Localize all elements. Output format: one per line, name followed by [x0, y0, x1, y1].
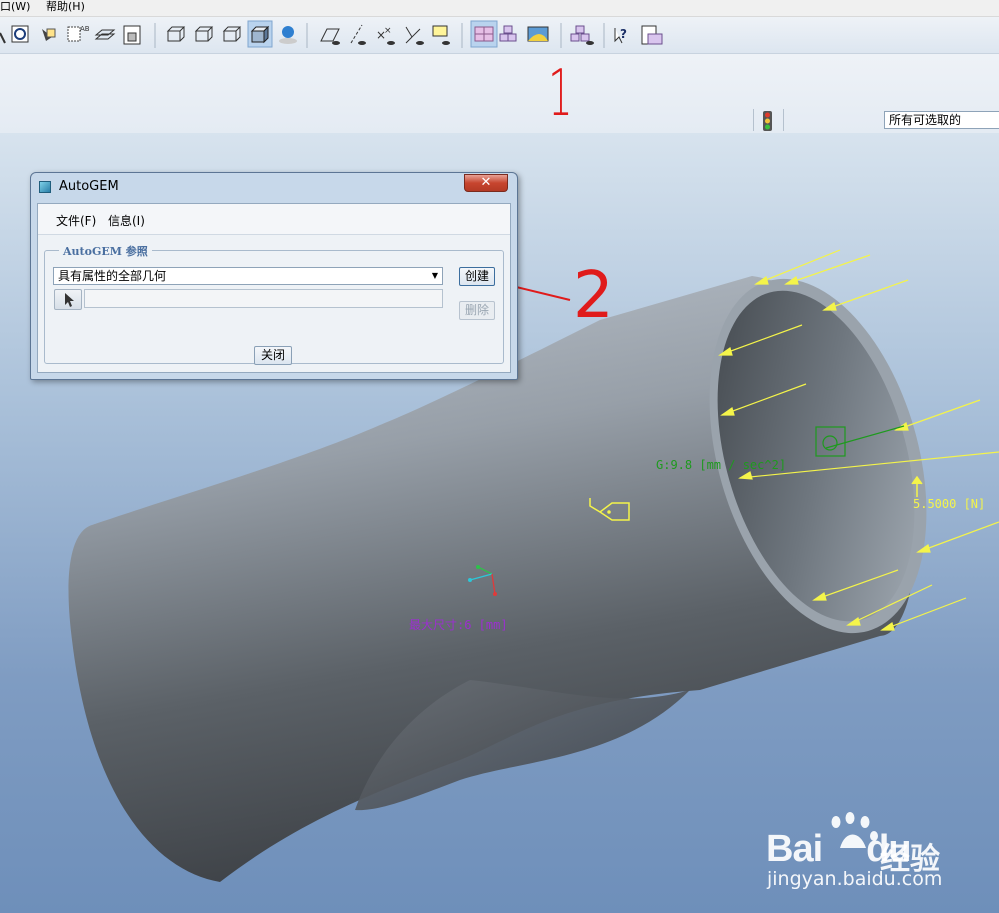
group-title: AutoGEM 参照: [59, 243, 152, 259]
no-hidden-icon[interactable]: [222, 26, 242, 42]
menu-bar: 口(W) 帮助(H): [0, 0, 999, 17]
svg-text:AB: AB: [80, 25, 90, 33]
datum-plane-display-icon[interactable]: [320, 28, 340, 45]
dialog-menu-bar: 文件(F) 信息(I): [38, 204, 510, 235]
hidden-line-icon[interactable]: [194, 26, 214, 42]
datum-axis-display-icon[interactable]: [350, 24, 366, 45]
model-tree-display-icon[interactable]: [570, 25, 594, 45]
select-arrow-icon: [65, 293, 74, 307]
dialog-menu-file[interactable]: 文件(F): [56, 212, 96, 229]
menu-window[interactable]: 口(W): [0, 0, 30, 14]
mesh-control-label: 最大尺寸:6 [mm]: [409, 618, 508, 632]
dialog-titlebar[interactable]: AutoGEM ✕: [31, 173, 517, 201]
geometry-select[interactable]: 具有属性的全部几何 ▼: [53, 267, 443, 285]
saved-views-icon[interactable]: [123, 25, 141, 45]
annotation-display-icon[interactable]: [432, 25, 450, 45]
csys-display-icon[interactable]: [405, 26, 424, 45]
dropdown-arrow-icon: ▼: [431, 271, 438, 280]
secondary-toolbar: [0, 54, 999, 134]
reference-field[interactable]: [84, 289, 443, 308]
autogem-mesh-icon[interactable]: [474, 26, 494, 42]
select-reference-button[interactable]: [54, 289, 82, 310]
enhanced-realism-icon[interactable]: [279, 26, 297, 44]
toolbar-separator: [753, 109, 754, 131]
autogem-app-icon: [39, 181, 51, 193]
selection-filter-select[interactable]: 所有可选取的: [884, 111, 999, 129]
wireframe-icon[interactable]: [166, 26, 186, 42]
info-browser-icon[interactable]: [641, 25, 663, 45]
toolbar-separator: [783, 109, 784, 131]
force-load-label: 5.5000 [N]: [913, 497, 986, 511]
element-types-icon[interactable]: [499, 25, 517, 42]
datum-point-display-icon[interactable]: ××: [376, 26, 395, 45]
svg-text:×: ×: [384, 26, 392, 36]
dialog-menu-info[interactable]: 信息(I): [108, 212, 145, 229]
delete-button[interactable]: 删除: [459, 301, 495, 320]
svg-text:?: ?: [620, 27, 627, 41]
context-help-icon[interactable]: ?: [614, 27, 627, 44]
traffic-light-icon[interactable]: [763, 111, 772, 131]
shading-icon[interactable]: [250, 25, 270, 44]
close-button[interactable]: 关闭: [254, 346, 292, 365]
menu-help[interactable]: 帮助(H): [46, 0, 85, 14]
partial-icon[interactable]: [0, 32, 6, 44]
step-annotation-2: 2: [573, 259, 614, 333]
view-manager-icon[interactable]: AB: [67, 25, 90, 42]
zoom-window-icon[interactable]: [11, 25, 29, 43]
autogem-dialog: AutoGEM ✕ 文件(F) 信息(I) AutoGEM 参照 具有属性的全部…: [30, 172, 518, 380]
reorient-icon[interactable]: [42, 28, 56, 41]
dialog-close-button[interactable]: ✕: [464, 174, 508, 192]
layers-icon[interactable]: [94, 29, 116, 40]
fringe-display-icon[interactable]: [527, 26, 549, 42]
step-annotation-1: 1: [548, 57, 573, 131]
create-button[interactable]: 创建: [459, 267, 495, 286]
dialog-title: AutoGEM: [59, 179, 119, 194]
dialog-body: 文件(F) 信息(I) AutoGEM 参照 具有属性的全部几何 ▼ 创建 删除…: [37, 203, 511, 373]
gravity-load-label: G:9.8 [mm / sec^2]: [656, 458, 787, 472]
main-toolbar: AB × × ?: [0, 17, 999, 54]
geometry-select-value: 具有属性的全部几何: [58, 269, 167, 283]
watermark-url: jingyan.baidu.com: [767, 868, 943, 890]
